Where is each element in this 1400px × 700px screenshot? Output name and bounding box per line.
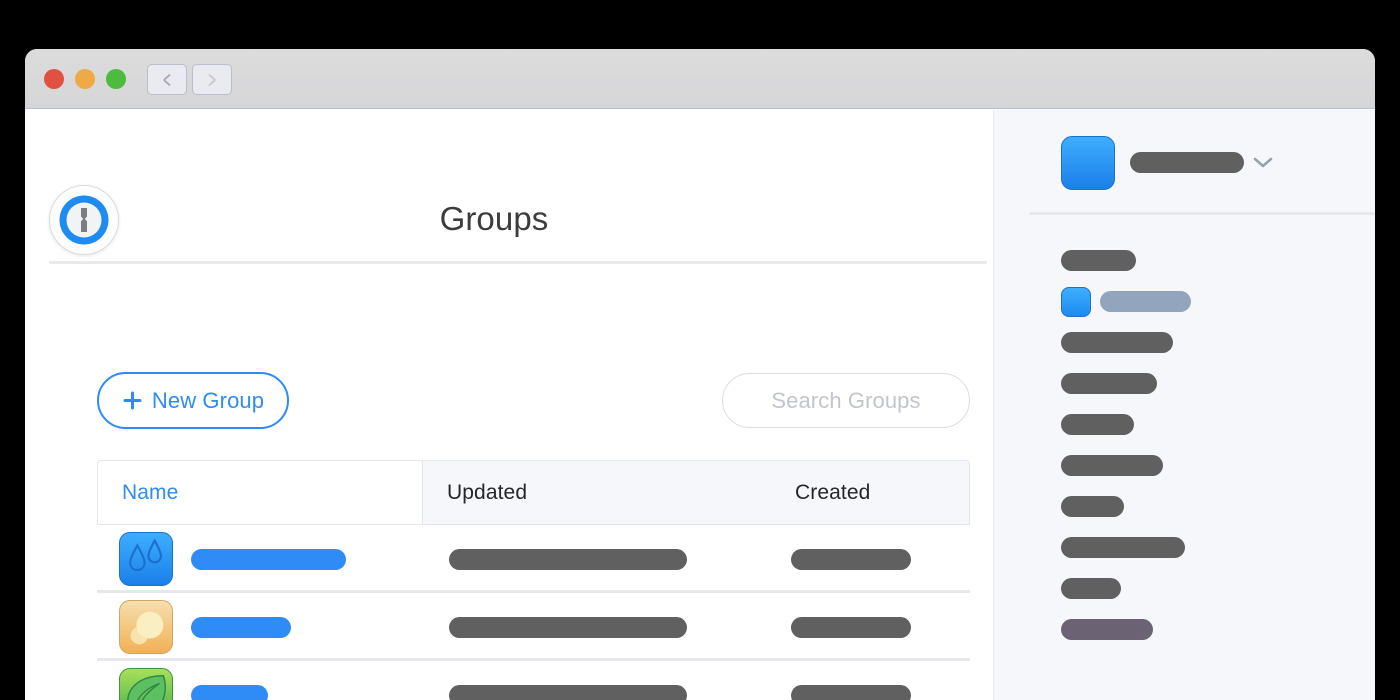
window-body: Groups New Group Search Groups Name Upda… — [25, 110, 1375, 700]
sidebar-item-label-placeholder — [1061, 537, 1185, 558]
table-header-row: Name Updated Created — [97, 460, 970, 525]
group-name-placeholder — [191, 549, 346, 570]
main-panel: Groups New Group Search Groups Name Upda… — [25, 110, 993, 700]
groups-table: Name Updated Created — [97, 460, 970, 700]
updated-date-placeholder — [449, 617, 687, 638]
maximize-window-button[interactable] — [106, 69, 126, 89]
sidebar-item-label-placeholder — [1100, 291, 1191, 312]
sidebar-account-header[interactable] — [994, 110, 1375, 212]
sidebar-item-label-placeholder — [1061, 455, 1163, 476]
account-avatar-icon — [1061, 136, 1115, 190]
window-titlebar — [25, 49, 1375, 144]
search-groups-input[interactable]: Search Groups — [722, 373, 970, 428]
sidebar-item-label-placeholder — [1061, 619, 1153, 640]
sidebar-item-label-placeholder — [1061, 414, 1134, 435]
leaf-icon — [119, 668, 173, 700]
sidebar-item-2[interactable] — [994, 322, 1375, 363]
sidebar-item-4[interactable] — [994, 404, 1375, 445]
group-name-placeholder — [191, 685, 268, 700]
created-date-placeholder — [791, 617, 911, 638]
navigation-buttons — [147, 64, 232, 95]
created-date-placeholder — [791, 549, 911, 570]
table-row[interactable] — [97, 525, 970, 593]
search-placeholder: Search Groups — [771, 387, 921, 413]
plus-icon — [123, 391, 142, 410]
table-row[interactable] — [97, 661, 970, 700]
right-sidebar — [993, 110, 1375, 700]
sidebar-item-0[interactable] — [994, 240, 1375, 281]
sidebar-item-8[interactable] — [994, 568, 1375, 609]
sidebar-item-9[interactable] — [994, 609, 1375, 650]
forward-button[interactable] — [192, 64, 232, 95]
sidebar-item-7[interactable] — [994, 527, 1375, 568]
new-group-label: New Group — [151, 387, 265, 413]
sidebar-item-5[interactable] — [994, 445, 1375, 486]
sidebar-item-list — [994, 240, 1375, 650]
column-header-updated[interactable]: Updated — [423, 461, 771, 524]
page-header: Groups — [25, 110, 993, 264]
group-name-placeholder — [191, 617, 291, 638]
sidebar-item-label-placeholder — [1061, 332, 1173, 353]
traffic-light-group — [44, 69, 126, 89]
page-title: Groups — [439, 200, 549, 237]
sidebar-item-label-placeholder — [1061, 250, 1136, 271]
updated-date-placeholder — [449, 685, 687, 700]
sidebar-item-6[interactable] — [994, 486, 1375, 527]
water-drops-icon — [119, 532, 173, 586]
sidebar-item-3[interactable] — [994, 363, 1375, 404]
vault-icon — [1061, 287, 1091, 317]
new-group-button[interactable]: New Group — [97, 372, 289, 429]
created-date-placeholder — [791, 685, 911, 700]
sidebar-item-label-placeholder — [1061, 496, 1124, 517]
sun-icon — [119, 600, 173, 654]
table-row[interactable] — [97, 593, 970, 661]
sidebar-divider — [1029, 212, 1375, 215]
column-header-name[interactable]: Name — [98, 461, 423, 524]
sidebar-item-label-placeholder — [1061, 373, 1157, 394]
chevron-right-icon — [208, 73, 216, 86]
chevron-down-icon[interactable] — [1252, 155, 1274, 169]
column-header-created[interactable]: Created — [771, 461, 969, 524]
minimize-window-button[interactable] — [75, 69, 95, 89]
sidebar-item-1[interactable] — [994, 281, 1375, 322]
content-toolbar: New Group Search Groups — [25, 262, 993, 429]
account-name-placeholder — [1130, 152, 1244, 173]
back-button[interactable] — [147, 64, 187, 95]
sidebar-item-label-placeholder — [1061, 578, 1121, 599]
table-body — [97, 525, 970, 700]
chevron-left-icon — [163, 73, 171, 86]
close-window-button[interactable] — [44, 69, 64, 89]
updated-date-placeholder — [449, 549, 687, 570]
browser-window: Groups New Group Search Groups Name Upda… — [25, 49, 1375, 700]
